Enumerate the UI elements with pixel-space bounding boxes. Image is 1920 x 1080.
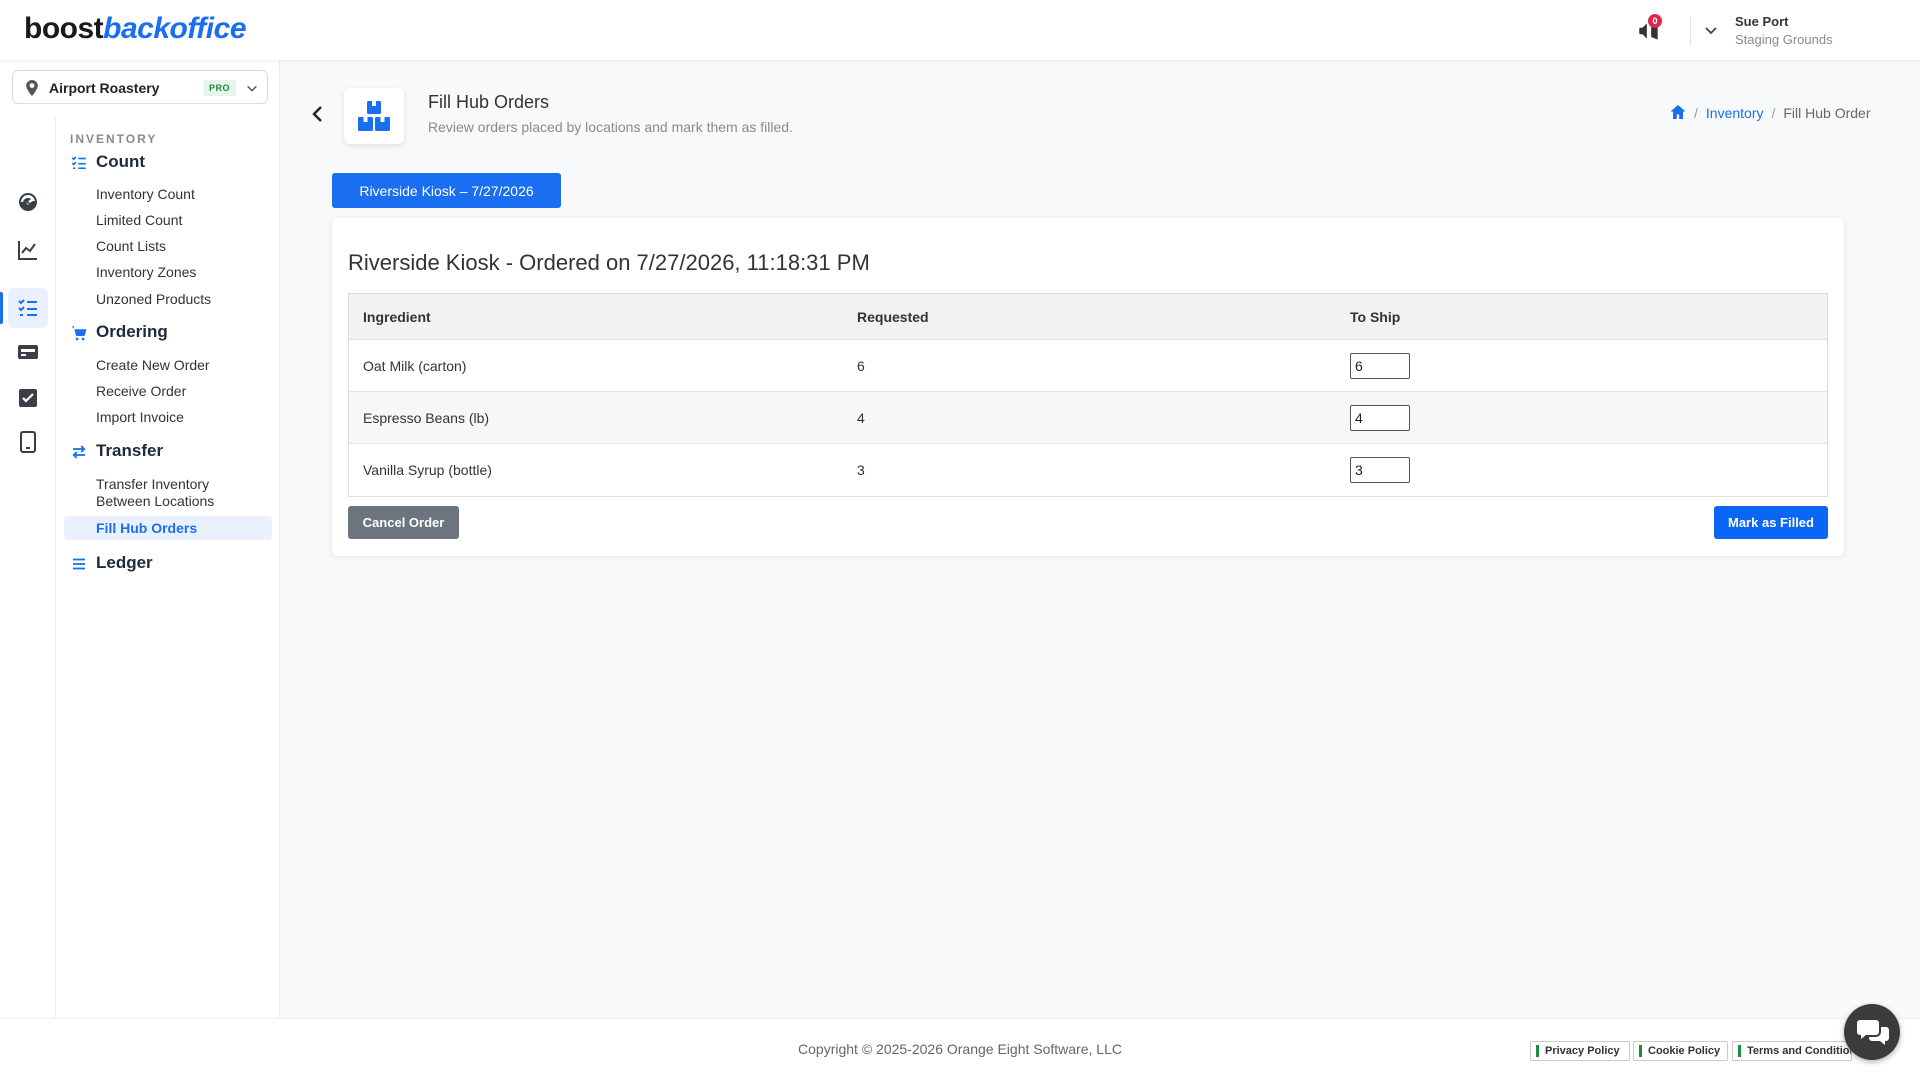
to-ship-input[interactable] [1350,404,1410,431]
table-row: Espresso Beans (lb) 4 [349,392,1827,444]
nav-section-title: INVENTORY [70,132,158,146]
location-name: Airport Roastery [49,80,160,96]
nav-group-transfer[interactable]: Transfer [70,441,163,461]
nav-item-fill-hub-orders[interactable]: Fill Hub Orders [96,520,197,537]
ingredient-cell: Oat Milk (carton) [363,357,467,374]
home-icon[interactable] [1670,104,1686,120]
tablet-icon[interactable] [16,430,40,454]
nav-item-limited-count[interactable]: Limited Count [96,212,182,229]
notification-badge: 0 [1648,14,1662,28]
page-title: Fill Hub Orders [428,92,550,112]
user-location: Staging Grounds [1735,32,1833,47]
chat-launcher[interactable] [1844,1004,1900,1060]
list-icon [73,558,85,570]
to-ship-input[interactable] [1350,352,1410,379]
footer: Copyright © 2025-2026 Orange Eight Softw… [0,1018,1920,1080]
cart-icon [71,326,87,341]
top-header: boostbackoffice 0 Sue Port Staging Groun… [0,0,1920,60]
nav-item-inventory-count[interactable]: Inventory Count [96,186,195,203]
checklist-icon[interactable] [16,296,40,320]
order-title: Riverside Kiosk - Ordered on 7/27/2026, … [348,250,870,275]
checkbox-icon[interactable] [16,386,40,410]
nav-group-ledger[interactable]: Ledger [70,553,153,573]
cookie-policy-link[interactable]: Cookie Policy [1633,1041,1728,1061]
privacy-policy-link[interactable]: Privacy Policy [1530,1041,1630,1061]
back-chevron-icon[interactable] [310,104,326,124]
cancel-order-button[interactable]: Cancel Order [348,506,459,539]
page-subtitle: Review orders placed by locations and ma… [428,119,793,135]
ingredient-cell: Espresso Beans (lb) [363,409,490,426]
icon-rail [0,116,56,1050]
breadcrumb-inventory[interactable]: Inventory [1706,105,1764,121]
nav-group-ordering[interactable]: Ordering [70,322,168,342]
copyright-text: Copyright © 2025-2026 Orange Eight Softw… [798,1041,1122,1057]
checklist-icon [71,156,86,170]
order-table: Ingredient Requested To Ship Oat Milk (c… [348,293,1828,497]
column-header-ingredient: Ingredient [363,308,431,325]
order-card: Riverside Kiosk - Ordered on 7/27/2026, … [332,218,1844,556]
location-select[interactable]: Airport Roastery PRO [12,70,268,104]
chat-bubbles-icon [1857,1020,1889,1045]
breadcrumb: / Inventory / Fill Hub Order [1670,104,1871,124]
column-header-requested: Requested [857,308,929,325]
nav-item-receive-order[interactable]: Receive Order [96,383,186,400]
requested-cell: 6 [857,357,865,374]
nav-group-count[interactable]: Count [70,152,145,172]
pro-badge: PRO [203,80,237,96]
boxes-icon [358,101,390,131]
register-icon[interactable] [16,340,40,364]
nav-item-unzoned-products[interactable]: Unzoned Products [96,291,211,308]
chart-line-icon[interactable] [16,238,40,262]
chevron-down-icon [247,85,257,92]
requested-cell: 4 [857,409,865,426]
mark-as-filled-button[interactable]: Mark as Filled [1714,506,1828,539]
transfer-arrows-icon [72,445,86,459]
ingredient-cell: Vanilla Syrup (bottle) [363,462,492,478]
nav-item-transfer-inventory[interactable]: Transfer Inventory Between Locations [96,476,214,510]
user-name[interactable]: Sue Port [1735,14,1788,29]
table-row: Oat Milk (carton) 6 [349,340,1827,392]
logo[interactable]: boostbackoffice [24,12,247,46]
terms-link[interactable]: Terms and Conditions [1732,1041,1852,1061]
dashboard-gauge-icon[interactable] [16,190,40,214]
requested-cell: 3 [857,462,865,478]
map-pin-icon [26,80,38,96]
rail-active-indicator [0,292,3,324]
nav-item-create-new-order[interactable]: Create New Order [96,357,210,374]
chevron-down-icon[interactable] [1703,22,1719,38]
table-row: Vanilla Syrup (bottle) 3 [349,444,1827,496]
table-header: Ingredient Requested To Ship [349,294,1827,340]
sidebar: Airport Roastery PRO INVENTORY Count Inv… [0,60,280,1050]
nav-item-import-invoice[interactable]: Import Invoice [96,409,184,426]
to-ship-input[interactable] [1350,457,1410,483]
column-header-to-ship: To Ship [1350,308,1401,325]
order-tab-riverside-kiosk[interactable]: Riverside Kiosk – 7/27/2026 [332,173,561,208]
page-icon-tile [344,88,404,144]
nav-item-count-lists[interactable]: Count Lists [96,238,166,255]
header-divider [1690,16,1691,46]
nav-item-inventory-zones[interactable]: Inventory Zones [96,264,196,281]
breadcrumb-current: Fill Hub Order [1783,105,1871,121]
